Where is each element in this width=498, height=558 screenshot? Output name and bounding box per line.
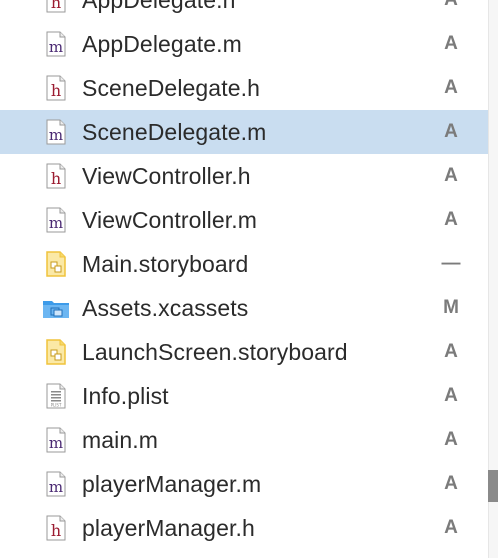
file-name: LaunchScreen.storyboard — [82, 339, 348, 365]
file-row[interactable]: h playerManager.h A — [0, 506, 488, 550]
source-control-status: — — [441, 253, 461, 274]
source-control-status: A — [444, 341, 458, 362]
plist-file-icon: PLIST — [42, 382, 70, 410]
file-row[interactable]: PLIST Info.plist A — [0, 374, 488, 418]
file-list: h AppDelegate.h Am AppDelegate.m Ah SceneDele… — [0, 0, 488, 550]
source-control-status: A — [444, 473, 458, 494]
svg-text:m: m — [49, 126, 63, 144]
file-row[interactable]: m SceneDelegate.m A — [0, 110, 488, 154]
objc-source-file-icon: m — [42, 206, 70, 234]
file-row[interactable]: LaunchScreen.storyboard A — [0, 330, 488, 374]
file-name: playerManager.h — [82, 515, 255, 541]
header-file-icon: h — [42, 514, 70, 542]
file-row[interactable]: m ViewController.m A — [0, 198, 488, 242]
file-row[interactable]: m AppDelegate.m A — [0, 22, 488, 66]
scrollbar-track[interactable] — [488, 0, 498, 558]
svg-text:h: h — [51, 521, 61, 540]
file-row[interactable]: Assets.xcassets M — [0, 286, 488, 330]
svg-text:h: h — [51, 81, 61, 100]
source-control-status: M — [443, 297, 459, 318]
storyboard-file-icon — [42, 250, 70, 278]
file-name: playerManager.m — [82, 471, 262, 497]
source-control-status: A — [438, 0, 464, 22]
objc-source-file-icon: m — [42, 118, 70, 146]
header-file-icon: h — [42, 162, 70, 190]
file-row[interactable]: m playerManager.m A — [0, 462, 488, 506]
source-control-status: A — [444, 33, 458, 54]
file-name: Info.plist — [82, 383, 169, 409]
file-name: AppDelegate.h — [82, 0, 236, 13]
source-control-status: A — [444, 209, 458, 230]
svg-text:m: m — [49, 38, 63, 56]
file-row[interactable]: h ViewController.h A — [0, 154, 488, 198]
asset-catalog-folder-icon — [42, 294, 70, 322]
svg-text:h: h — [51, 0, 61, 12]
file-row[interactable]: h AppDelegate.h A — [0, 0, 488, 22]
objc-source-file-icon: m — [42, 470, 70, 498]
scrollbar-thumb[interactable] — [488, 470, 498, 502]
file-name: SceneDelegate.h — [82, 75, 260, 101]
file-name: AppDelegate.m — [82, 31, 242, 57]
source-control-status: A — [444, 77, 458, 98]
objc-source-file-icon: m — [42, 426, 70, 454]
file-row[interactable]: m main.m A — [0, 418, 488, 462]
file-name: main.m — [82, 427, 159, 453]
source-control-status: A — [444, 165, 458, 186]
file-name: Assets.xcassets — [82, 295, 249, 321]
file-row[interactable]: Main.storyboard — — [0, 242, 488, 286]
file-name: Main.storyboard — [82, 251, 249, 277]
project-navigator: h AppDelegate.h Am AppDelegate.m Ah SceneDele… — [0, 0, 498, 558]
header-file-icon: h — [42, 0, 70, 14]
svg-text:m: m — [49, 434, 63, 452]
source-control-status: A — [444, 121, 458, 142]
source-control-status: A — [444, 517, 458, 538]
storyboard-file-icon — [42, 338, 70, 366]
source-control-status: A — [444, 429, 458, 450]
svg-text:m: m — [49, 478, 63, 496]
objc-source-file-icon: m — [42, 30, 70, 58]
file-row[interactable]: h SceneDelegate.h A — [0, 66, 488, 110]
file-name: ViewController.m — [82, 207, 258, 233]
file-name: ViewController.h — [82, 163, 251, 189]
svg-text:h: h — [51, 169, 61, 188]
file-name: SceneDelegate.m — [82, 119, 267, 145]
header-file-icon: h — [42, 74, 70, 102]
source-control-status: A — [444, 385, 458, 406]
svg-text:m: m — [49, 214, 63, 232]
svg-text:PLIST: PLIST — [51, 403, 62, 408]
